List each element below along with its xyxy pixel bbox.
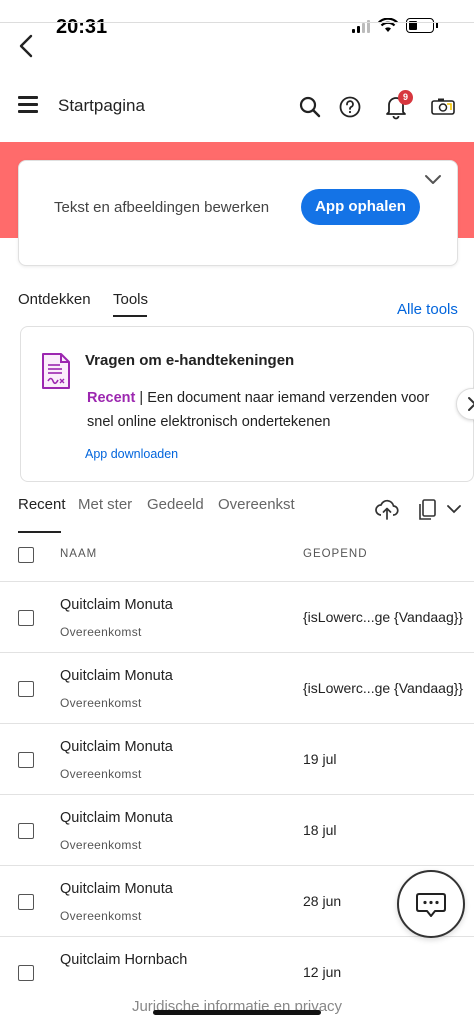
- tab-agreements[interactable]: Overeenkst: [218, 496, 295, 513]
- recent-tag: Recent: [87, 390, 136, 406]
- chevron-down-icon[interactable]: [424, 174, 442, 186]
- camera-scan-icon[interactable]: [430, 94, 456, 120]
- tool-card-description: Recent | Een document naar iemand verzen…: [87, 386, 457, 434]
- battery-icon: [406, 18, 434, 33]
- row-name[interactable]: Quitclaim Monuta: [60, 739, 173, 755]
- upload-icon[interactable]: [375, 498, 399, 522]
- row-checkbox[interactable]: [18, 681, 34, 697]
- page-title: Startpagina: [58, 96, 145, 115]
- signal-icon: [352, 19, 370, 33]
- row-date: {isLowerc...ge {Vandaag}}: [303, 680, 464, 696]
- home-indicator: [153, 1010, 321, 1015]
- row-name[interactable]: Quitclaim Monuta: [60, 668, 173, 684]
- promo-text: Tekst en afbeeldingen bewerken: [54, 199, 270, 216]
- row-type: Overeenkomst: [60, 696, 142, 710]
- get-app-button[interactable]: App ophalen: [301, 189, 420, 225]
- row-date: 19 jul: [303, 751, 337, 767]
- row-date: 12 jun: [303, 964, 342, 980]
- status-time: 20:31: [56, 16, 108, 38]
- row-date: 28 jun: [303, 893, 342, 909]
- menu-icon[interactable]: [18, 96, 38, 114]
- back-arrow-icon[interactable]: [14, 30, 42, 62]
- row-checkbox[interactable]: [18, 894, 34, 910]
- wifi-icon: [378, 18, 398, 32]
- row-checkbox[interactable]: [18, 610, 34, 626]
- row-name[interactable]: Quitclaim Monuta: [60, 810, 173, 826]
- row-name[interactable]: Quitclaim Monuta: [60, 881, 173, 897]
- chat-icon[interactable]: [397, 870, 465, 938]
- row-checkbox[interactable]: [18, 823, 34, 839]
- row-name[interactable]: Quitclaim Monuta: [60, 597, 173, 613]
- all-tools-link[interactable]: Alle tools: [397, 301, 458, 318]
- tool-card-title: Vragen om e-handtekeningen: [85, 352, 295, 369]
- help-icon[interactable]: [337, 94, 363, 120]
- tab-shared[interactable]: Gedeeld: [147, 496, 204, 513]
- row-type: Overeenkomst: [60, 838, 142, 852]
- chevron-down-icon[interactable]: [446, 503, 462, 515]
- download-app-link[interactable]: App downloaden: [85, 447, 178, 461]
- column-opened-header[interactable]: GEOPEND: [303, 548, 368, 560]
- row-date: {isLowerc...ge {Vandaag}}: [303, 609, 464, 625]
- row-type: Overeenkomst: [60, 767, 142, 781]
- row-type: Overeenkomst: [60, 909, 142, 923]
- row-checkbox[interactable]: [18, 752, 34, 768]
- separator: |: [139, 390, 144, 406]
- notification-badge: 9: [398, 90, 413, 105]
- status-icons: [352, 18, 438, 33]
- tab-tools[interactable]: Tools: [113, 291, 148, 308]
- row-name[interactable]: Quitclaim Hornbach: [60, 952, 187, 968]
- tab-starred[interactable]: Met ster: [78, 496, 132, 513]
- copy-icon[interactable]: [416, 498, 438, 522]
- active-tab-indicator: [113, 315, 147, 317]
- row-type: Overeenkomst: [60, 625, 142, 639]
- column-name-header[interactable]: NAAM: [60, 548, 97, 560]
- tab-ontdekken[interactable]: Ontdekken: [18, 291, 91, 308]
- select-all-checkbox[interactable]: [18, 547, 34, 563]
- tab-recent[interactable]: Recent: [18, 496, 66, 513]
- row-date: 18 jul: [303, 822, 337, 838]
- search-icon[interactable]: [297, 94, 323, 120]
- row-checkbox[interactable]: [18, 965, 34, 981]
- active-file-tab-indicator: [18, 531, 61, 533]
- e-sign-doc-icon: [42, 353, 70, 389]
